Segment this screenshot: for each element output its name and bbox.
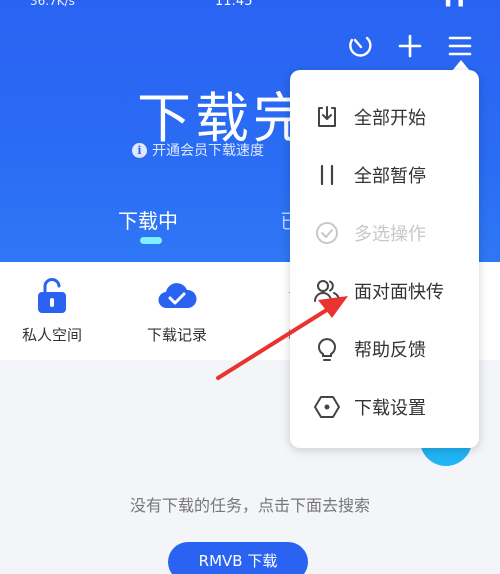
check-circle-icon	[312, 218, 342, 248]
menu-label-pause-all: 全部暂停	[354, 166, 426, 187]
battery-icon: ▮▮	[444, 0, 470, 8]
empty-state-message: 没有下载的任务，点击下面去搜索	[129, 496, 370, 515]
lock-icon	[7, 276, 97, 316]
status-bar: 36.7K/s 11:45 ▮▮	[0, 0, 500, 12]
menu-label-download-settings: 下载设置	[354, 398, 426, 419]
settings-hex-icon	[312, 392, 342, 422]
menu-label-multi-select: 多选操作	[354, 224, 426, 245]
cloud-check-icon	[132, 276, 222, 316]
speed-icon[interactable]	[342, 28, 378, 64]
menu-item-download-settings[interactable]: 下载设置	[290, 378, 479, 436]
users-icon	[312, 276, 342, 306]
top-toolbar	[328, 28, 478, 64]
quick-private-space[interactable]: 私人空间	[7, 276, 97, 345]
menu-label-help-feedback: 帮助反馈	[354, 340, 426, 361]
status-time: 11:45	[215, 0, 253, 9]
tab-downloading[interactable]: 下载中	[118, 205, 178, 234]
quick-private-label: 私人空间	[21, 326, 82, 344]
lightbulb-icon	[312, 334, 342, 364]
rmvb-download-button[interactable]: RMVB 下载	[168, 542, 308, 574]
menu-icon[interactable]	[442, 28, 478, 64]
menu-item-help-feedback[interactable]: 帮助反馈	[290, 320, 479, 378]
plus-icon[interactable]	[392, 28, 428, 64]
network-speed: 36.7K/s	[30, 0, 75, 8]
vip-notice-text: 开通会员下载速度	[152, 143, 264, 159]
menu-item-pause-all[interactable]: 全部暂停	[290, 146, 479, 204]
popup-menu: 全部开始 全部暂停 多选操作 面对面快传 帮助反馈 下载设置	[290, 70, 479, 448]
menu-label-start-all: 全部开始	[354, 108, 426, 129]
quick-download-record[interactable]: 下载记录	[132, 276, 222, 345]
vip-notice[interactable]: i 开通会员下载速度	[132, 140, 264, 160]
tab-indicator	[140, 237, 162, 244]
download-box-icon	[312, 102, 342, 132]
menu-item-multi-select[interactable]: 多选操作	[290, 204, 479, 262]
pause-icon	[312, 160, 342, 190]
info-icon: i	[132, 142, 147, 158]
menu-item-start-all[interactable]: 全部开始	[290, 88, 479, 146]
quick-record-label: 下载记录	[146, 326, 207, 344]
menu-label-face-transfer: 面对面快传	[354, 282, 444, 303]
menu-item-face-transfer[interactable]: 面对面快传	[290, 262, 479, 320]
